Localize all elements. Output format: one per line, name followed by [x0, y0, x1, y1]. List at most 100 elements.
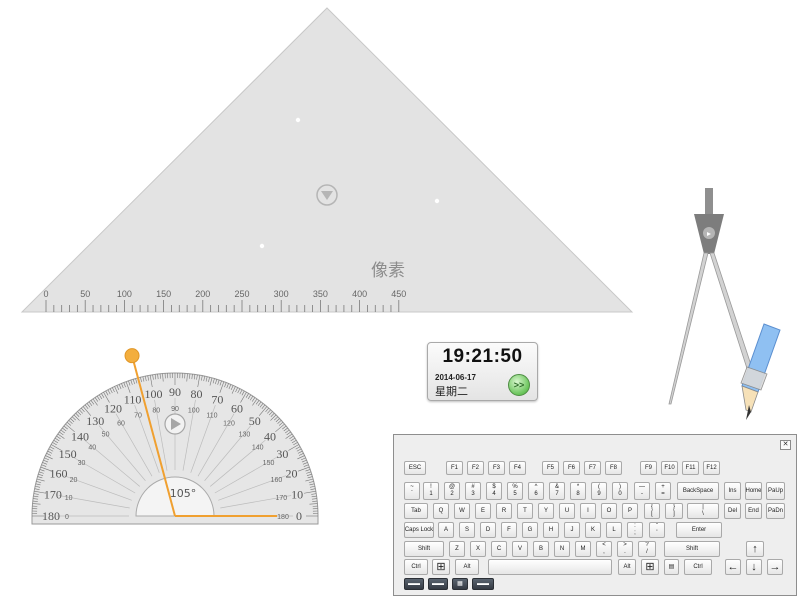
key-rshift[interactable]: Shift [664, 541, 720, 557]
key-n[interactable]: N [554, 541, 570, 557]
key-ins[interactable]: Ins [724, 482, 741, 500]
key-j[interactable]: J [564, 522, 580, 538]
clock-widget[interactable]: 19:21:50 2014-06-17 星期二 >> [427, 342, 538, 401]
key-i[interactable]: I [580, 503, 596, 519]
key-del[interactable]: Del [724, 503, 741, 519]
key-lshift[interactable]: Shift [404, 541, 444, 557]
key-f11[interactable]: F11 [682, 461, 699, 475]
key-f[interactable]: F [501, 522, 517, 538]
key-p[interactable]: P [622, 503, 638, 519]
key-backslash[interactable]: | \ [687, 503, 719, 519]
key-3[interactable]: #3 [465, 482, 481, 500]
key-left[interactable]: ← [725, 559, 741, 575]
key-ralt[interactable]: Alt [618, 559, 636, 575]
key-pgdn[interactable]: PaDn [766, 503, 785, 519]
keyboard-layout-mode3-icon[interactable]: ▦ [452, 578, 468, 590]
key-right[interactable]: → [767, 559, 783, 575]
key-y[interactable]: Y [538, 503, 554, 519]
key-f9[interactable]: F9 [640, 461, 657, 475]
key-menu[interactable]: ▤ [664, 559, 679, 575]
key-lalt[interactable]: Alt [455, 559, 479, 575]
key-end[interactable]: End [745, 503, 762, 519]
key-lctrl[interactable]: Ctrl [404, 559, 428, 575]
key-b[interactable]: B [533, 541, 549, 557]
key-backspace[interactable]: BackSpace [677, 482, 719, 500]
key-c[interactable]: C [491, 541, 507, 557]
keyboard-layout-mode1-icon[interactable]: ▬▬ [404, 578, 424, 590]
protractor-rotate-icon[interactable] [164, 413, 186, 435]
keyboard-close-button[interactable]: ✕ [780, 440, 791, 450]
set-square-body[interactable] [20, 7, 634, 313]
key-f10[interactable]: F10 [661, 461, 678, 475]
key-slash[interactable]: ? / [638, 541, 656, 557]
keyboard-layout-mode2-icon[interactable]: ▬▬ [428, 578, 448, 590]
key-u[interactable]: U [559, 503, 575, 519]
key-period[interactable]: >. [617, 541, 633, 557]
key-e[interactable]: E [475, 503, 491, 519]
key-z[interactable]: Z [449, 541, 465, 557]
key-q[interactable]: Q [433, 503, 449, 519]
angle-drag-handle[interactable] [124, 348, 140, 364]
key-f1[interactable]: F1 [446, 461, 463, 475]
key-f5[interactable]: F5 [542, 461, 559, 475]
key-esc[interactable]: ESC [404, 461, 426, 475]
key-d[interactable]: D [480, 522, 496, 538]
key-l[interactable]: L [606, 522, 622, 538]
key-f8[interactable]: F8 [605, 461, 622, 475]
key-a[interactable]: A [438, 522, 454, 538]
key-w[interactable]: W [454, 503, 470, 519]
key-g[interactable]: G [522, 522, 538, 538]
key-pgup[interactable]: PaUp [766, 482, 785, 500]
key-equals[interactable]: + = [655, 482, 671, 500]
key-r[interactable]: R [496, 503, 512, 519]
key-6[interactable]: ^ 6 [528, 482, 544, 500]
key-8[interactable]: * 8 [570, 482, 586, 500]
key-9[interactable]: (9 [591, 482, 607, 500]
key-5[interactable]: % 5 [507, 482, 523, 500]
key-rctrl[interactable]: Ctrl [684, 559, 712, 575]
key-0[interactable]: ) 0 [612, 482, 628, 500]
protractor[interactable]: 180170160150140130120110 100 90 80 706050403… [31, 348, 319, 525]
compass-needle-leg[interactable] [668, 252, 709, 405]
key-f7[interactable]: F7 [584, 461, 601, 475]
key-tab[interactable]: Tab [404, 503, 428, 519]
key-s[interactable]: S [459, 522, 475, 538]
key-lwin[interactable]: ⊞ [432, 559, 450, 575]
key-o[interactable]: O [601, 503, 617, 519]
key-1[interactable]: ! 1 [423, 482, 439, 500]
key-enter[interactable]: Enter [676, 522, 722, 538]
key-comma[interactable]: <, [596, 541, 612, 557]
key-f6[interactable]: F6 [563, 461, 580, 475]
key-up[interactable]: ↑ [746, 541, 764, 557]
compass[interactable] [668, 188, 781, 420]
key-capslock[interactable]: Caps Lock [404, 522, 434, 538]
key-4[interactable]: $4 [486, 482, 502, 500]
key-space[interactable] [488, 559, 612, 575]
key-down[interactable]: ↓ [746, 559, 762, 575]
key-rbracket[interactable]: }] [665, 503, 683, 519]
key-k[interactable]: K [585, 522, 601, 538]
key-home[interactable]: Home [745, 482, 762, 500]
clock-forward-button[interactable]: >> [508, 374, 530, 396]
key-lbracket[interactable]: {[ [644, 503, 660, 519]
compass-pencil-leg[interactable] [709, 252, 757, 382]
key-rwin[interactable]: ⊞ [641, 559, 659, 575]
key-tilde[interactable]: ~ ` [404, 482, 420, 500]
set-square[interactable]: 像素 0 50 100 150 200 250 300 350 400 450 [20, 7, 634, 313]
key-2[interactable]: @2 [444, 482, 460, 500]
key-f12[interactable]: F12 [703, 461, 720, 475]
key-x[interactable]: X [470, 541, 486, 557]
key-quote[interactable]: " ' [649, 522, 665, 538]
key-f2[interactable]: F2 [467, 461, 484, 475]
key-semicolon[interactable]: :; [627, 522, 643, 538]
key-m[interactable]: M [575, 541, 591, 557]
compass-handle[interactable] [705, 188, 713, 214]
key-7[interactable]: & 7 [549, 482, 565, 500]
key-v[interactable]: V [512, 541, 528, 557]
keyboard-layout-mode4-icon[interactable]: ▬▬ [472, 578, 494, 590]
key-t[interactable]: T [517, 503, 533, 519]
key-h[interactable]: H [543, 522, 559, 538]
key-f4[interactable]: F4 [509, 461, 526, 475]
key-f3[interactable]: F3 [488, 461, 505, 475]
key-minus[interactable]: — - [634, 482, 650, 500]
